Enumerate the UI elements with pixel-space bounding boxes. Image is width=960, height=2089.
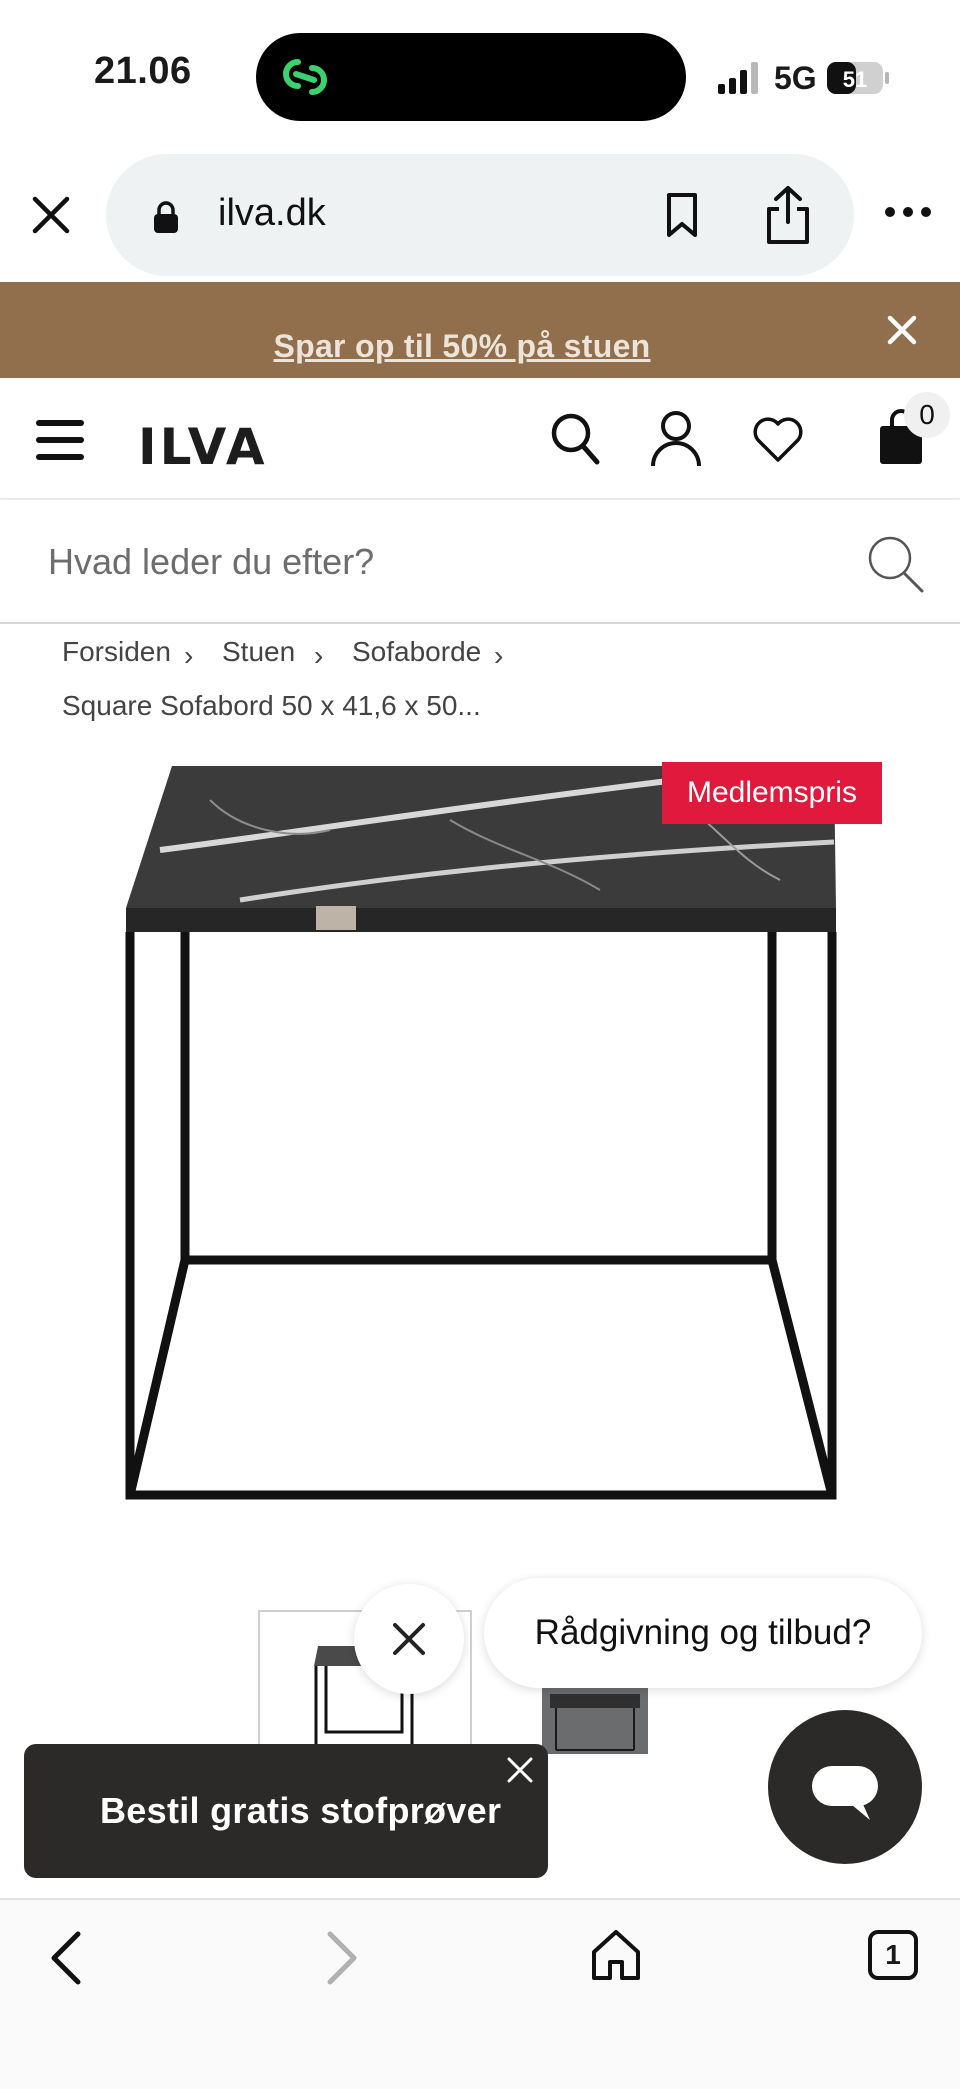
menu-icon[interactable] — [36, 418, 84, 462]
signal-icon — [718, 62, 758, 94]
network-label: 5G — [774, 60, 817, 96]
chat-launcher-button[interactable] — [768, 1710, 922, 1864]
bookmark-icon[interactable] — [664, 192, 700, 238]
breadcrumb-sofaborde[interactable]: Sofaborde — [352, 636, 481, 668]
browser-bottom-bar — [0, 1898, 960, 2089]
product-image[interactable] — [120, 760, 840, 1500]
account-icon[interactable] — [650, 410, 702, 468]
chat-icon — [812, 1766, 878, 1820]
breadcrumb-separator: › — [184, 640, 194, 671]
search-input[interactable] — [46, 534, 830, 590]
tabs-button[interactable]: 1 — [868, 1930, 918, 1980]
battery-level: 51 — [843, 67, 867, 92]
close-icon[interactable] — [886, 314, 918, 346]
breadcrumb-forsiden[interactable]: Forsiden — [62, 636, 171, 668]
cart-count-badge: 0 — [904, 392, 950, 438]
toast-text[interactable]: Bestil gratis stofprøver — [100, 1790, 501, 1832]
close-icon[interactable] — [506, 1756, 534, 1784]
url-text[interactable]: ilva.dk — [218, 192, 326, 235]
breadcrumb-stuen[interactable]: Stuen — [222, 636, 295, 668]
search-icon[interactable] — [864, 532, 926, 594]
member-price-badge: Medlemspris — [662, 762, 882, 824]
close-tab-icon[interactable] — [26, 190, 76, 240]
link-app-icon — [283, 59, 327, 95]
lock-icon — [154, 201, 178, 233]
promo-link[interactable]: Spar op til 50% på stuen — [0, 328, 924, 365]
chat-close-button[interactable] — [354, 1584, 464, 1694]
chat-prompt-bubble[interactable]: Rådgivning og tilbud? — [484, 1578, 922, 1688]
breadcrumb-separator: › — [314, 640, 324, 671]
close-icon — [393, 1623, 425, 1655]
breadcrumb-separator: › — [494, 640, 504, 671]
status-time: 21.06 — [94, 50, 192, 92]
ilva-logo[interactable]: ILVA — [138, 418, 268, 476]
share-icon[interactable] — [764, 184, 812, 246]
forward-icon[interactable] — [322, 1930, 362, 1986]
wishlist-icon[interactable] — [752, 414, 804, 464]
search-icon[interactable] — [550, 412, 600, 466]
breadcrumb-current: Square Sofabord 50 x 41,6 x 50... — [62, 690, 481, 721]
battery-icon: 51 — [827, 62, 889, 94]
back-icon[interactable] — [46, 1930, 86, 1986]
home-icon[interactable] — [590, 1928, 642, 1982]
more-menu-icon[interactable] — [884, 204, 932, 220]
